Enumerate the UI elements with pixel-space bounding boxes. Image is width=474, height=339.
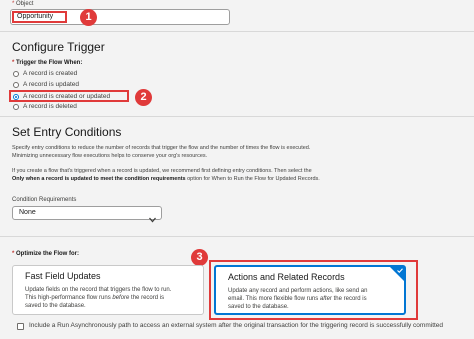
entry-conditions-desc-1: Specify entry conditions to reduce the n… (12, 145, 311, 151)
callout-badge-3: 3 (191, 249, 208, 266)
card-desc-line: This high-performance flow runs before t… (25, 294, 171, 302)
condition-requirements-value: None (19, 209, 36, 216)
radio-button[interactable] (13, 70, 19, 77)
radio-label: A record is created (23, 70, 78, 77)
optimize-label: * Optimize the Flow for: (12, 251, 80, 257)
configure-trigger-title: Configure Trigger (12, 40, 105, 54)
card-desc-line: Update fields on the record that trigger… (25, 287, 172, 293)
fast-field-updates-card[interactable]: Fast Field Updates Update fields on the … (12, 265, 204, 315)
card-desc-text: the record is (129, 295, 165, 301)
entry-conditions-note-2: Only when a record is updated to meet th… (12, 175, 320, 183)
card-title: Fast Field Updates (25, 271, 101, 281)
section-divider (0, 31, 474, 32)
chevron-down-icon (149, 210, 156, 228)
entry-conditions-title: Set Entry Conditions (12, 125, 122, 139)
run-async-checkbox[interactable] (17, 323, 24, 330)
highlight-box-actions-card (209, 260, 418, 320)
radio-label: A record is deleted (23, 103, 77, 110)
object-label: * Object (12, 1, 34, 7)
object-label-text: Object (16, 1, 34, 7)
trigger-field-label: * Trigger the Flow When: (12, 60, 83, 66)
card-desc-text: This high-performance flow runs (25, 295, 113, 301)
radio-option-updated[interactable]: A record is updated (13, 80, 79, 89)
section-divider (0, 236, 474, 237)
radio-button[interactable] (13, 103, 19, 110)
card-desc-emphasis: before (112, 295, 130, 301)
callout-badge-2: 2 (135, 89, 152, 106)
entry-conditions-note-1: If you create a flow that's triggered wh… (12, 168, 312, 174)
entry-conditions-desc-2: Minimizing unnecessary flow executions h… (12, 153, 208, 159)
callout-badge-1: 1 (80, 9, 97, 26)
run-async-label: Include a Run Asynchronously path to acc… (29, 322, 444, 329)
condition-requirements-label: Condition Requirements (12, 197, 77, 203)
radio-option-created[interactable]: A record is created (13, 69, 77, 78)
radio-label: A record is updated (23, 81, 80, 88)
object-value[interactable]: Opportunity (12, 11, 67, 23)
entry-conditions-note-bold: Only when a record is updated to meet th… (12, 176, 186, 182)
radio-option-deleted[interactable]: A record is deleted (13, 102, 77, 111)
card-desc-line: saved to the database. (25, 303, 86, 309)
section-divider (0, 116, 474, 117)
condition-requirements-select[interactable]: None (12, 206, 162, 223)
entry-conditions-note-rest: option for When to Run the Flow for Upda… (185, 176, 320, 182)
radio-button[interactable] (13, 81, 19, 88)
card-description: Update fields on the record that trigger… (25, 286, 171, 310)
trigger-field-label-text: Trigger the Flow When: (16, 60, 83, 66)
highlight-box-trigger-option (9, 90, 129, 102)
optimize-label-text: Optimize the Flow for: (16, 251, 80, 257)
